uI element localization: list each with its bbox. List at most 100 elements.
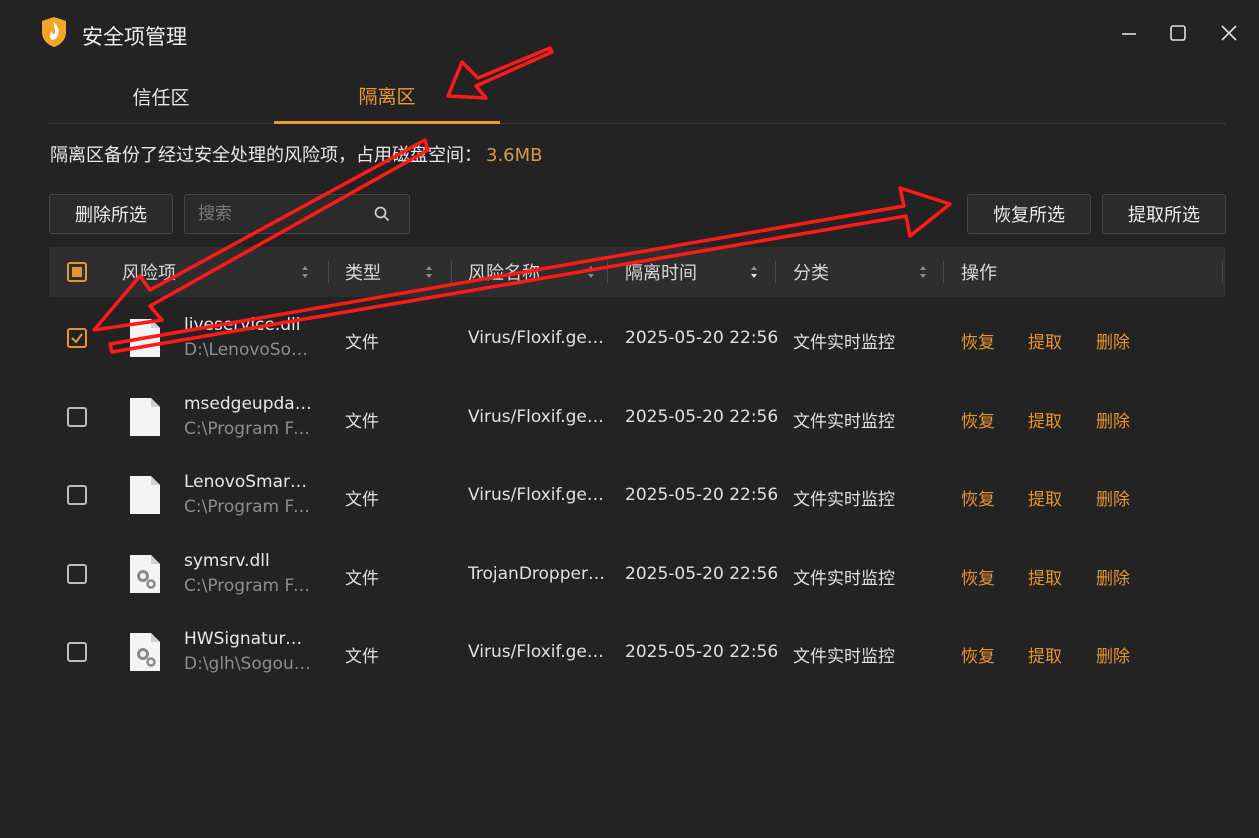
sort-icon[interactable] [300,247,310,297]
maximize-button[interactable] [1165,20,1191,46]
risk-name-cell: Virus/Floxif.gen... [468,485,608,505]
search-icon[interactable] [373,205,391,223]
table-row[interactable]: liveservice.dll D:\LenovoSoft... 文件 Viru… [49,300,1225,378]
restore-link[interactable]: 恢复 [961,407,995,432]
risk-name-cell: Virus/Floxif.gen... [468,407,608,427]
risk-name-cell: Virus/Floxif.gen... [468,328,608,348]
tab-trust-zone[interactable]: 信任区 [48,70,274,123]
checkmark-icon [71,333,83,344]
blank-file-icon [130,476,160,514]
row-checkbox[interactable] [67,642,87,662]
column-divider [1222,261,1223,283]
sort-desc-icon[interactable] [749,247,759,297]
column-divider [451,261,452,283]
tab-quarantine-zone[interactable]: 隔离区 [274,70,500,124]
column-divider [607,261,608,283]
search-box [184,194,410,234]
column-actions: 操作 [961,263,997,284]
search-input[interactable] [185,195,371,233]
row-checkbox[interactable] [67,407,87,427]
security-items-window: 安全项管理 信任区 隔离区 隔离区备份了经过安全处理的风险项，占用磁盘空间： 3.… [0,0,1259,838]
restore-selected-button[interactable]: 恢复所选 [967,194,1091,234]
settings-file-icon [130,555,160,593]
close-icon [1221,25,1237,41]
sort-icon[interactable] [586,247,596,297]
row-checkbox[interactable] [67,485,87,505]
sort-icon[interactable] [424,247,434,297]
quarantine-time-cell: 2025-05-20 22:56 [625,485,779,505]
risk-name-cell: TrojanDropper/... [468,564,608,584]
quarantine-info-text: 隔离区备份了经过安全处理的风险项，占用磁盘空间： [50,145,482,166]
delete-link[interactable]: 删除 [1096,328,1130,353]
restore-link[interactable]: 恢复 [961,642,995,667]
quarantine-time-cell: 2025-05-20 22:56 [625,328,779,348]
file-path: D:\LenovoSoft... [184,340,312,360]
shield-logo-icon [42,17,66,47]
tab-bar: 信任区 隔离区 [48,70,1226,124]
file-path: C:\Program Fil... [184,419,312,439]
window-title: 安全项管理 [82,25,187,49]
maximize-icon [1170,25,1186,41]
file-name: HWSignature.... [184,629,312,649]
category-cell: 文件实时监控 [793,490,895,510]
quarantine-info: 隔离区备份了经过安全处理的风险项，占用磁盘空间： 3.6MB [50,141,543,167]
file-name: LenovoSmartS... [184,472,312,492]
type-cell: 文件 [345,569,379,589]
extract-link[interactable]: 提取 [1028,642,1062,667]
row-checkbox[interactable] [67,564,87,584]
table-header: 风险项 类型 风险名称 隔离时间 分类 操作 [49,247,1225,297]
delete-link[interactable]: 删除 [1096,642,1130,667]
extract-link[interactable]: 提取 [1028,407,1062,432]
table-row[interactable]: symsrv.dll C:\Program Fil... 文件 TrojanDr… [49,536,1225,614]
minimize-icon [1122,33,1136,35]
restore-link[interactable]: 恢复 [961,564,995,589]
file-name: liveservice.dll [184,315,301,335]
table-row[interactable]: HWSignature.... D:\glh\Sogoul... 文件 Viru… [49,614,1225,692]
disk-usage-value: 3.6MB [486,145,543,166]
file-path: C:\Program Fil... [184,576,312,596]
blank-file-icon [130,319,160,357]
sort-icon[interactable] [918,247,928,297]
column-quarantine-time[interactable]: 隔离时间 [625,247,697,297]
file-path: D:\glh\Sogoul... [184,654,312,674]
delete-link[interactable]: 删除 [1096,407,1130,432]
extract-link[interactable]: 提取 [1028,328,1062,353]
blank-file-icon [130,398,160,436]
risk-name-cell: Virus/Floxif.gen... [468,642,608,662]
category-cell: 文件实时监控 [793,569,895,589]
column-divider [775,261,776,283]
category-cell: 文件实时监控 [793,333,895,353]
settings-file-icon [130,633,160,671]
table-row[interactable]: LenovoSmartS... C:\Program Fil... 文件 Vir… [49,457,1225,535]
extract-link[interactable]: 提取 [1028,564,1062,589]
minimize-button[interactable] [1116,20,1142,46]
column-category[interactable]: 分类 [793,247,829,297]
extract-link[interactable]: 提取 [1028,485,1062,510]
column-divider [943,261,944,283]
quarantine-time-cell: 2025-05-20 22:56 [625,564,779,584]
column-type[interactable]: 类型 [345,247,381,297]
type-cell: 文件 [345,412,379,432]
column-divider [328,261,329,283]
column-risk-name[interactable]: 风险名称 [468,247,540,297]
type-cell: 文件 [345,490,379,510]
row-checkbox[interactable] [67,328,87,348]
type-cell: 文件 [345,333,379,353]
extract-selected-button[interactable]: 提取所选 [1102,194,1226,234]
delete-link[interactable]: 删除 [1096,564,1130,589]
select-all-checkbox[interactable] [67,262,87,282]
table-row[interactable]: msedgeupdat... C:\Program Fil... 文件 Viru… [49,379,1225,457]
file-name: symsrv.dll [184,551,270,571]
quarantine-time-cell: 2025-05-20 22:56 [625,642,779,662]
delete-link[interactable]: 删除 [1096,485,1130,510]
close-button[interactable] [1216,20,1242,46]
restore-link[interactable]: 恢复 [961,485,995,510]
delete-selected-button[interactable]: 删除所选 [49,194,173,234]
file-name: msedgeupdat... [184,394,312,414]
category-cell: 文件实时监控 [793,412,895,432]
file-path: C:\Program Fil... [184,497,312,517]
column-risk-item[interactable]: 风险项 [122,247,176,297]
title-bar: 安全项管理 [0,0,1259,66]
restore-link[interactable]: 恢复 [961,328,995,353]
category-cell: 文件实时监控 [793,647,895,667]
